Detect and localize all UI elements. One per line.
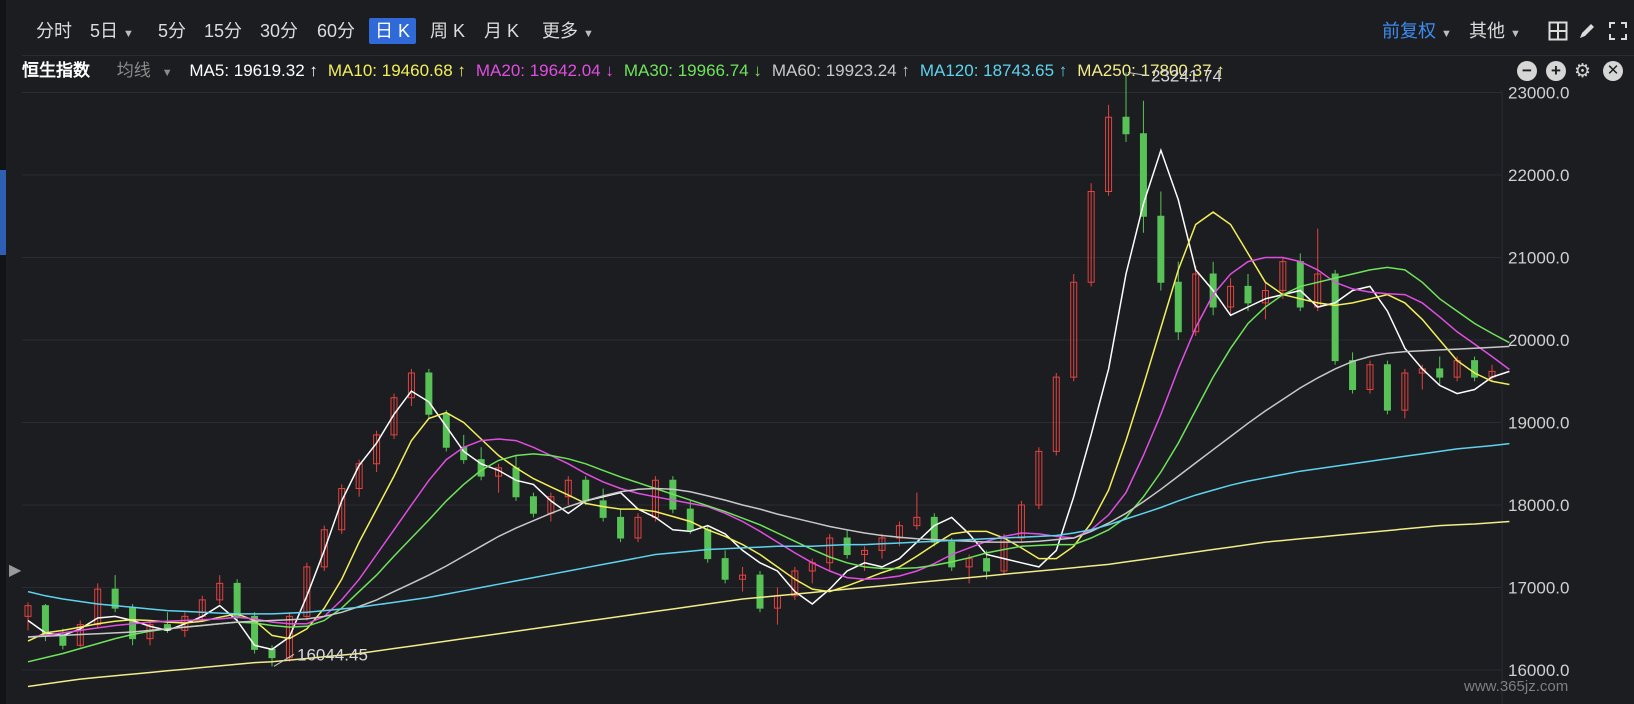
candle-body	[59, 634, 67, 646]
candle-body	[1157, 215, 1165, 283]
candle-body	[1122, 116, 1130, 135]
candle-body	[1174, 281, 1182, 333]
candle-body	[1244, 285, 1252, 304]
ma-line-ma5	[27, 147, 1510, 651]
ma-line-ma10	[27, 211, 1510, 642]
y-tick-label: 22000.0	[1508, 166, 1569, 185]
annotation-pointer	[1127, 72, 1149, 77]
candle-body	[529, 496, 537, 514]
watermark: www.365jz.com	[1464, 678, 1569, 695]
candle-body	[843, 537, 851, 555]
candle-body	[721, 558, 729, 580]
candle-body	[686, 508, 694, 531]
candle-body	[930, 516, 938, 543]
candle-body	[1331, 273, 1339, 362]
y-tick-label: 20000.0	[1508, 331, 1569, 350]
y-tick-label: 21000.0	[1508, 249, 1569, 268]
candle-body	[1436, 368, 1444, 378]
kline-chart[interactable]: 23000.0 22000.0 21000.0 20000.0 19000.0 18000…	[0, 0, 1634, 704]
candle-body	[1383, 364, 1391, 411]
annotation-high: 23241.74	[1151, 67, 1222, 86]
candle-body	[582, 479, 590, 502]
candle-body	[268, 648, 276, 659]
candle-body	[617, 516, 625, 539]
ma-line-ma60	[27, 345, 1510, 638]
candle-body	[599, 500, 607, 518]
ma-line-ma30	[27, 266, 1510, 663]
y-tick-label: 23000.0	[1508, 84, 1569, 103]
candle-body	[233, 582, 241, 617]
y-tick-label: 17000.0	[1508, 579, 1569, 598]
candle-body	[704, 529, 712, 560]
candle-body	[425, 372, 433, 415]
ma-line-ma20	[27, 256, 1510, 638]
y-tick-label: 19000.0	[1508, 414, 1569, 433]
annotation-low: 16044.45	[297, 645, 368, 664]
y-tick-label: 18000.0	[1508, 496, 1569, 515]
candle-body	[983, 558, 991, 572]
candle-body	[756, 574, 764, 609]
candle-body	[512, 467, 520, 498]
candle-body	[1296, 261, 1304, 308]
candle-body	[1349, 360, 1357, 390]
